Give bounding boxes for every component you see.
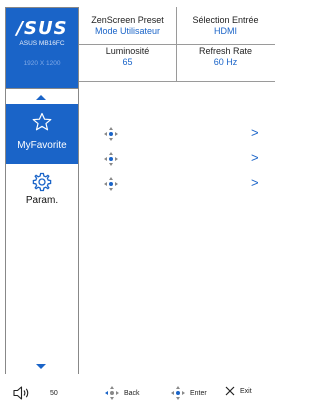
enter-label: Enter	[190, 390, 207, 397]
brightness-cell: Luminosité 65	[79, 44, 176, 81]
brightness-title: Luminosité	[105, 46, 150, 56]
arrow-up-icon[interactable]	[36, 95, 46, 100]
input-select-title: Sélection Entrée	[192, 15, 259, 25]
status-header: ZenScreen Preset Mode Utilisateur Sélect…	[79, 7, 275, 82]
arrow-down-icon[interactable]	[36, 364, 46, 369]
osd-window: /SUS ASUS MB16FC 1920 X 1200 MyFavorite	[0, 0, 275, 407]
sidebar-item-label: Param.	[25, 195, 59, 206]
sidebar-item-label: MyFavorite	[17, 140, 67, 151]
list-item[interactable]: >	[79, 147, 275, 171]
chevron-right-icon: >	[251, 150, 259, 165]
exit-button[interactable]: Exit	[224, 385, 252, 399]
close-icon	[224, 385, 236, 399]
zenscreen-preset-value: Mode Utilisateur	[94, 26, 161, 36]
navigate-icon	[103, 176, 119, 197]
chevron-right-icon: >	[251, 125, 259, 140]
refresh-rate-value: 60 Hz	[213, 57, 238, 67]
refresh-rate-title: Refresh Rate	[198, 46, 253, 56]
sidebar-item-myfavorite[interactable]: MyFavorite	[6, 104, 78, 164]
footer-bar: 50 Back Enter Exit	[0, 382, 275, 407]
volume-value: 50	[50, 390, 58, 397]
navigate-icon	[104, 385, 120, 403]
header-divider	[79, 44, 275, 45]
navigate-icon	[103, 151, 119, 172]
exit-label: Exit	[240, 388, 252, 395]
list-item[interactable]: >	[79, 172, 275, 196]
back-button[interactable]: Back	[104, 385, 140, 403]
brand-header: /SUS ASUS MB16FC 1920 X 1200	[6, 8, 78, 88]
zenscreen-preset-title: ZenScreen Preset	[91, 15, 164, 25]
chevron-right-icon: >	[251, 175, 259, 190]
settings-list: > > >	[79, 95, 275, 375]
list-item[interactable]: >	[79, 122, 275, 146]
model-name: ASUS MB16FC	[19, 40, 65, 47]
input-select-value: HDMI	[214, 26, 237, 36]
star-outline-icon	[6, 112, 78, 137]
sidebar-item-param[interactable]: Param.	[6, 167, 78, 217]
navigate-icon	[103, 126, 119, 147]
back-label: Back	[124, 390, 140, 397]
gear-icon	[6, 171, 78, 193]
enter-button[interactable]: Enter	[170, 385, 207, 403]
header-divider	[79, 81, 275, 82]
sidebar: /SUS ASUS MB16FC 1920 X 1200 MyFavorite	[5, 7, 79, 374]
brightness-value: 65	[122, 57, 133, 67]
speaker-icon[interactable]	[12, 385, 32, 403]
asus-logo: /SUS	[16, 18, 68, 39]
resolution-label: 1920 X 1200	[23, 60, 61, 67]
input-select-cell: Sélection Entrée HDMI	[176, 7, 275, 44]
sidebar-menu: MyFavorite Param.	[6, 88, 78, 374]
navigate-icon	[170, 385, 186, 403]
refresh-rate-cell: Refresh Rate 60 Hz	[176, 44, 275, 81]
zenscreen-preset-cell: ZenScreen Preset Mode Utilisateur	[79, 7, 176, 44]
